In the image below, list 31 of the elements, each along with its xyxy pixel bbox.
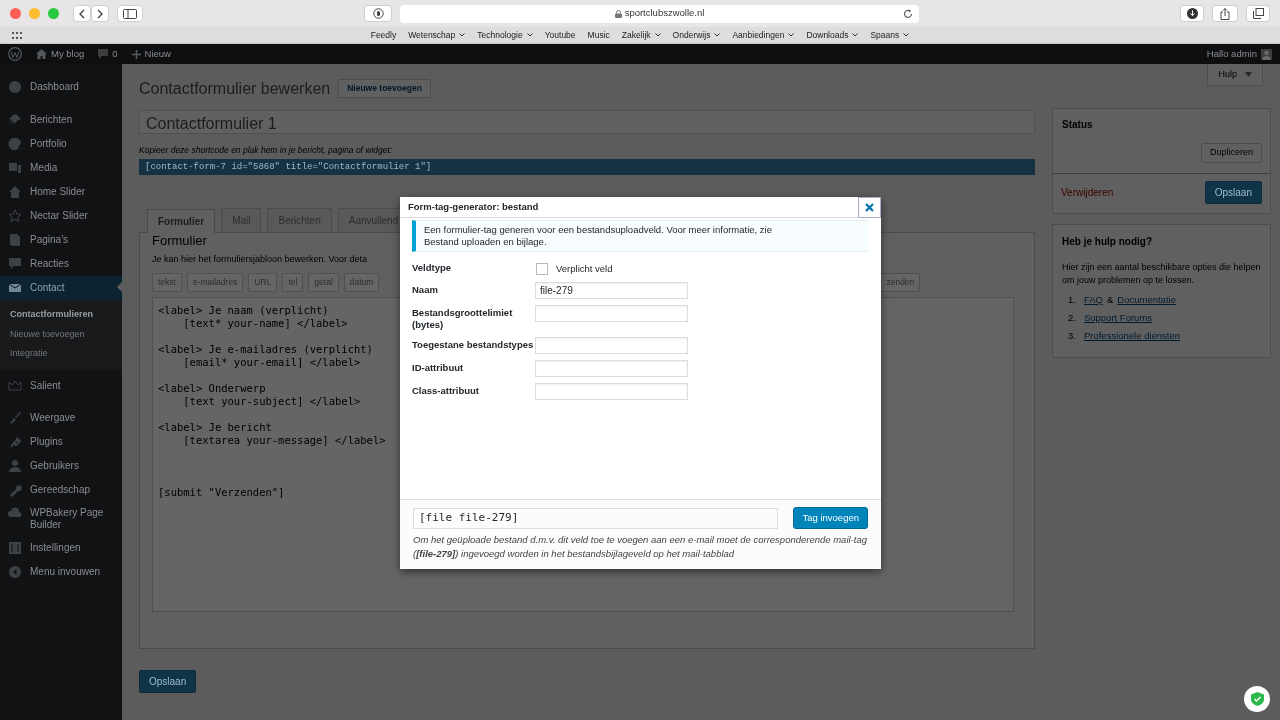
info-notice: Een formulier-tag generen voor een bestandsuploadveld. Voor meer informatie, zie Bestand uploaden en bijlage.: [412, 220, 869, 252]
field-label: Toegestane bestandstypes: [412, 339, 535, 352]
code-line: [text* your-name] </label>: [182, 316, 348, 330]
code-line: [text your-subject] </label>: [182, 394, 361, 408]
panel-title: Formulier: [152, 232, 207, 249]
code-line: <label> Je e-mailadres (verplicht): [158, 342, 373, 356]
field-label: Naam: [412, 284, 439, 297]
help-title: Heb je hulp nodig?: [1062, 234, 1153, 249]
status-title: Status: [1061, 118, 1094, 132]
panel-description: Je kan hier het formuliersjabloon bewerken. Voor deta: [152, 253, 368, 267]
list-number: 3.: [1068, 329, 1076, 343]
ampersand-text: &: [1106, 292, 1114, 307]
page-title: Contactformulier bewerken: [139, 79, 331, 99]
code-line: [textarea your-message] </label>: [182, 433, 386, 447]
help-text: Hier zijn een aantal beschikbare opties die helpen om jouw problemen op te lossen.: [1062, 260, 1261, 287]
code-line: <label> Onderwerp: [158, 381, 266, 395]
code-line: [email* your-email] </label>: [182, 355, 361, 369]
shortcode-hint: Kopieer deze shortcode en plak hem in je bericht, pagina of widget:: [139, 144, 393, 157]
list-number: 1.: [1068, 292, 1076, 307]
list-number: 2.: [1068, 310, 1076, 325]
field-label: ID-attribuut: [412, 362, 465, 375]
dialog-note: Om het geüploade bestand d.m.v. dit veld toe te voegen aan een e-mail moet de corresponderende mail-tag ([file-279]) ingevoegd worden in het bestandsbijlageveld op het mail-tabblad: [413, 533, 868, 562]
checkbox-label: Verplicht veld: [556, 262, 613, 276]
field-label: Bestandsgroottelimiet (bytes): [412, 307, 514, 332]
code-line: [submit "Verzenden"]: [158, 485, 285, 499]
code-line: <label> Je bericht: [158, 420, 272, 434]
url-text: sportclubszwolle.nl: [624, 6, 705, 21]
field-label: Veldtype: [412, 262, 453, 274]
field-label: Class-attribuut: [412, 385, 481, 398]
dialog-title: Form-tag-generator: bestand: [408, 199, 539, 214]
code-line: <label> Je naam (verplicht): [158, 303, 329, 317]
